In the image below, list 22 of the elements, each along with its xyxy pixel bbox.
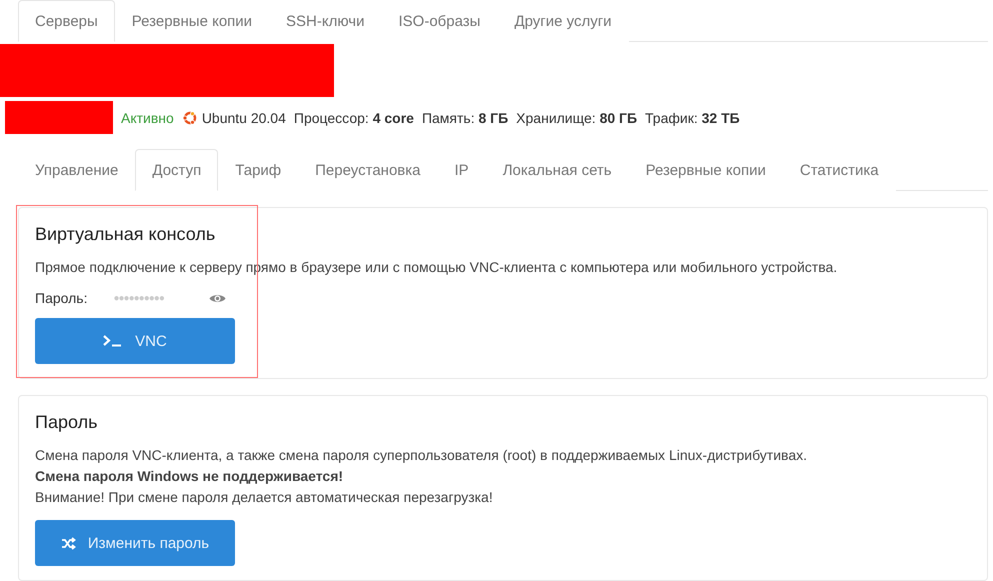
password-label: Пароль: bbox=[35, 290, 88, 306]
card-text: Смена пароля VNC-клиента, а также смена пароля суперпользователя (root) в поддерживаемых Linux-дистрибутивах. bbox=[35, 446, 808, 465]
password-mask: ●●●●●●●●●● bbox=[113, 292, 165, 304]
change-password-button[interactable]: Изменить пароль bbox=[35, 520, 235, 566]
eye-icon[interactable] bbox=[209, 292, 226, 304]
ubuntu-logo-icon bbox=[182, 110, 198, 126]
nav-tab[interactable]: Серверы bbox=[18, 0, 115, 42]
terminal-icon bbox=[103, 335, 124, 347]
shuffle-icon bbox=[60, 536, 76, 550]
card-title: Виртуальная консоль bbox=[35, 224, 216, 245]
section-tab[interactable]: Управление bbox=[18, 149, 136, 191]
spec-label: Память: 8 ГБ bbox=[422, 110, 508, 126]
os-label: Ubuntu 20.04 bbox=[202, 110, 286, 126]
vnc-button[interactable]: VNC bbox=[35, 318, 235, 364]
spec-label: Трафик: 32 ТБ bbox=[645, 110, 740, 126]
section-tab[interactable]: Доступ bbox=[135, 149, 218, 191]
spec-label: Процессор: 4 core bbox=[294, 110, 414, 126]
card-text: Внимание! При смене пароля делается автоматическая перезагрузка! bbox=[35, 488, 494, 507]
card-title: Пароль bbox=[35, 412, 98, 433]
status-label: Активно bbox=[121, 110, 174, 126]
spec-label: Хранилище: 80 ГБ bbox=[516, 110, 638, 126]
card-text: Смена пароля Windows не поддерживается! bbox=[35, 467, 344, 486]
